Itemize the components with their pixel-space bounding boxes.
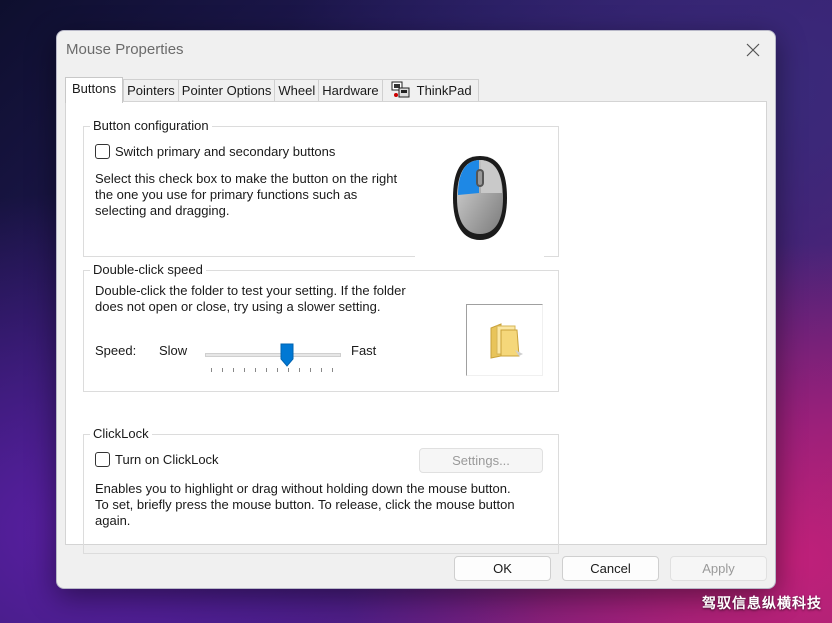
double-click-description-1: Double-click the folder to test your set…: [95, 283, 406, 298]
tab-buttons[interactable]: Buttons: [65, 77, 124, 103]
folder-icon: [490, 323, 523, 359]
speed-slider-thumb[interactable]: [280, 343, 294, 370]
test-folder[interactable]: [466, 304, 543, 376]
close-button[interactable]: [733, 33, 773, 67]
speed-slider-track[interactable]: [205, 353, 341, 357]
switch-buttons-checkbox-row[interactable]: Switch primary and secondary buttons: [95, 144, 335, 159]
speed-slider-ticks: [211, 368, 333, 372]
button-config-description-3: selecting and dragging.: [95, 203, 230, 218]
clicklock-group: ClickLock Turn on ClickLock Settings... …: [83, 426, 559, 554]
button-configuration-group: Button configuration Switch primary and …: [83, 118, 559, 260]
tab-thinkpad[interactable]: ThinkPad: [381, 79, 479, 103]
clicklock-checkbox[interactable]: [95, 452, 110, 467]
tab-strip: Buttons Pointers Pointer Options Wheel H…: [65, 77, 479, 103]
button-config-description-1: Select this check box to make the button…: [95, 171, 398, 186]
double-click-speed-label: Double-click speed: [90, 262, 206, 278]
switch-buttons-checkbox[interactable]: [95, 144, 110, 159]
double-click-description-2: does not open or close, try using a slow…: [95, 299, 381, 314]
button-configuration-label: Button configuration: [90, 118, 212, 134]
apply-button[interactable]: Apply: [670, 556, 767, 581]
tab-pointer-options[interactable]: Pointer Options: [177, 79, 275, 103]
switch-buttons-label: Switch primary and secondary buttons: [115, 144, 336, 159]
button-config-description-2: the one you use for primary functions su…: [95, 187, 358, 202]
window-title: Mouse Properties: [66, 41, 184, 58]
clicklock-label: ClickLock: [90, 426, 152, 442]
watermark-text: 驾驭信息纵横科技: [702, 595, 822, 611]
tab-thinkpad-label: ThinkPad: [416, 83, 472, 98]
tab-panel-buttons: Button configuration Switch primary and …: [65, 101, 767, 554]
close-icon: [746, 43, 760, 57]
clicklock-description-3: again.: [95, 513, 131, 528]
clicklock-checkbox-row[interactable]: Turn on ClickLock: [95, 452, 219, 467]
fast-label: Fast: [351, 343, 377, 358]
cancel-button[interactable]: Cancel: [562, 556, 659, 581]
clicklock-settings-button[interactable]: Settings...: [419, 448, 543, 473]
double-click-speed-group: Double-click speed Double-click the fold…: [83, 262, 559, 392]
mouse-icon: [452, 156, 507, 240]
tab-pointers[interactable]: Pointers: [123, 79, 178, 103]
speed-label: Speed:: [95, 343, 137, 358]
tab-wheel[interactable]: Wheel: [274, 79, 319, 103]
clicklock-checkbox-label: Turn on ClickLock: [115, 452, 219, 467]
slow-label: Slow: [159, 343, 188, 358]
mouse-properties-dialog: Mouse Properties Buttons Pointers Pointe…: [56, 30, 776, 589]
clicklock-description-2: To set, briefly press the mouse button. …: [95, 497, 515, 512]
clicklock-description-1: Enables you to highlight or drag without…: [95, 481, 511, 496]
ok-button[interactable]: OK: [454, 556, 551, 581]
mouse-image: [415, 136, 544, 260]
tab-hardware[interactable]: Hardware: [318, 79, 382, 103]
